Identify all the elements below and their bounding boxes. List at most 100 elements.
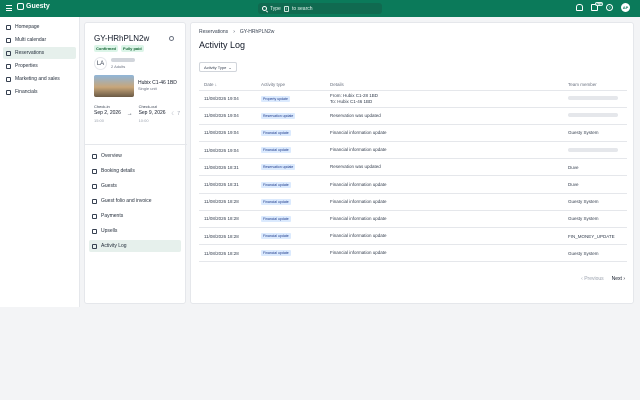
activity-type-badge: Financial update — [261, 181, 291, 188]
column-header-date[interactable]: Date ↓ — [199, 80, 261, 91]
top-bar: Guesty Type / to search New ? AP — [0, 0, 640, 17]
table-row: 11/08/2026 18:28 Financial update Financia… — [199, 193, 627, 211]
cell-date: 11/08/2026 19:04 — [199, 90, 261, 108]
nav-item-multi-calendar[interactable]: Multi calendar — [3, 34, 76, 46]
details-line: Financial information update — [330, 250, 387, 256]
checkin-time: 15:00 — [94, 118, 105, 123]
activity-type-badge: Financial update — [261, 198, 291, 205]
guest-avatar[interactable]: LA — [94, 57, 107, 70]
menu-item-guests[interactable]: Guests — [89, 180, 181, 192]
cell-team-member: Guesty System — [568, 210, 627, 229]
cell-details: Financial information update — [330, 244, 568, 263]
bell-icon[interactable] — [576, 4, 583, 11]
cell-team-member: Guesty System — [568, 124, 627, 143]
team-member-redacted — [568, 96, 618, 101]
activity-type-badge: Financial update — [261, 129, 291, 136]
nav-item-financials[interactable]: Financials — [3, 86, 76, 98]
nav-item-marketing[interactable]: Marketing and sales — [3, 73, 76, 85]
shortcut-key: / — [283, 5, 289, 12]
status-badge-confirmed: Confirmed — [94, 45, 118, 52]
activity-type-badge: Reservation update — [261, 164, 296, 171]
cell-details: Financial information update — [330, 175, 568, 194]
table-row: 11/08/2026 19:04 Reservation update Reserv… — [199, 107, 627, 125]
search-input[interactable]: Type / to search — [258, 3, 382, 14]
team-member-redacted — [568, 147, 618, 152]
menu-item-overview[interactable]: Overview — [89, 150, 181, 162]
upsells-icon — [92, 228, 97, 234]
page-title: Activity Log — [199, 40, 246, 50]
cell-date: 11/08/2026 18:28 — [199, 227, 261, 246]
nav-item-properties[interactable]: Properties — [3, 60, 76, 72]
moon-icon: ☾ — [171, 111, 176, 117]
activity-type-filter[interactable]: Activity Type ⌄ — [199, 62, 237, 72]
cell-activity-type: Financial update — [261, 193, 330, 211]
chat-icon[interactable]: New — [591, 2, 604, 11]
team-member-redacted — [568, 113, 618, 118]
cell-team-member: FIN_MONEY_UPDATE — [568, 227, 627, 246]
previous-button[interactable]: ‹ Previous — [581, 276, 604, 282]
cell-details: Financial information update — [330, 124, 568, 143]
guesty-logo-icon — [17, 3, 24, 10]
activity-type-badge: Financial update — [261, 233, 291, 240]
help-icon[interactable]: ? — [606, 4, 613, 11]
activity-type-badge: Financial update — [261, 250, 291, 257]
property-image[interactable] — [94, 75, 134, 97]
gear-icon[interactable] — [169, 36, 174, 41]
column-header-details: Details — [330, 80, 568, 91]
sort-down-icon: ↓ — [214, 82, 218, 88]
details-line: Reservation was updated — [330, 112, 381, 118]
guest-count: 2 Adults — [111, 64, 126, 69]
column-header-activity-type: Activity type — [261, 80, 330, 91]
search-icon — [262, 6, 267, 11]
activity-type-badge: Financial update — [261, 215, 291, 222]
cell-details: From: Hubix C1-28 1BD To: Hubix C1-46 1BD — [330, 90, 568, 108]
table-row: 11/08/2026 18:31 Financial update Financia… — [199, 175, 627, 194]
chevron-down-icon: ⌄ — [228, 64, 232, 70]
cell-activity-type: Reservation update — [261, 107, 330, 125]
booking-icon — [92, 168, 97, 174]
nav-item-homepage[interactable]: Homepage — [3, 21, 76, 33]
menu-icon[interactable] — [6, 5, 12, 11]
menu-item-activity-log[interactable]: Activity Log — [89, 240, 181, 252]
cell-activity-type: Financial update — [261, 244, 330, 263]
payments-icon — [92, 213, 97, 219]
cell-details: Reservation was updated — [330, 158, 568, 177]
details-line: Financial information update — [330, 215, 387, 221]
cell-team-member: Duve — [568, 158, 627, 177]
cell-date: 11/08/2026 19:04 — [199, 124, 261, 143]
menu-item-invoice[interactable]: Guest folio and invoice — [89, 195, 181, 207]
table-row: 11/08/2026 19:04 Financial update Financia… — [199, 124, 627, 143]
guest-name-redacted — [111, 58, 135, 62]
nav-item-reservations[interactable]: Reservations — [3, 47, 76, 59]
main-content: Reservations › GY-HRhPLN2w Activity Log … — [190, 22, 634, 304]
calendar-icon — [6, 37, 11, 43]
activity-icon — [92, 243, 97, 249]
user-avatar[interactable]: AP — [621, 3, 630, 12]
breadcrumb-reservations[interactable]: Reservations — [199, 29, 228, 35]
cell-activity-type: Financial update — [261, 124, 330, 143]
table-row: 11/08/2026 19:04 Property update From: Hub… — [199, 90, 627, 108]
reservation-panel: GY-HRhPLN2w Confirmed Fully paid LA 2 Ad… — [84, 22, 187, 304]
details-line: Financial information update — [330, 129, 387, 135]
reservation-code: GY-HRhPLN2w — [94, 34, 150, 43]
menu-item-booking-details[interactable]: Booking details — [89, 165, 181, 177]
cell-activity-type: Financial update — [261, 210, 330, 229]
next-button[interactable]: Next › — [612, 276, 625, 282]
checkout-label: Check-out — [138, 104, 157, 109]
cell-date: 11/08/2026 18:28 — [199, 244, 261, 263]
cell-details: Financial information update — [330, 193, 568, 211]
menu-item-payments[interactable]: Payments — [89, 210, 181, 222]
pagination: ‹ Previous Next › — [581, 276, 625, 282]
activity-type-badge: Reservation update — [261, 112, 296, 119]
details-line: Financial information update — [330, 198, 387, 204]
home-icon — [6, 24, 11, 30]
cell-date: 11/08/2026 19:04 — [199, 107, 261, 125]
cell-date: 11/08/2026 19:04 — [199, 141, 261, 160]
cell-details: Financial information update — [330, 210, 568, 229]
checkin-date: Sep 2, 2026 — [94, 110, 121, 116]
cell-activity-type: Financial update — [261, 141, 330, 160]
menu-item-upsells[interactable]: Upsells — [89, 225, 181, 237]
activity-type-badge: Property update — [261, 95, 290, 102]
logo[interactable]: Guesty — [17, 3, 50, 10]
details-line: To: Hubix C1-46 1BD — [330, 98, 373, 104]
